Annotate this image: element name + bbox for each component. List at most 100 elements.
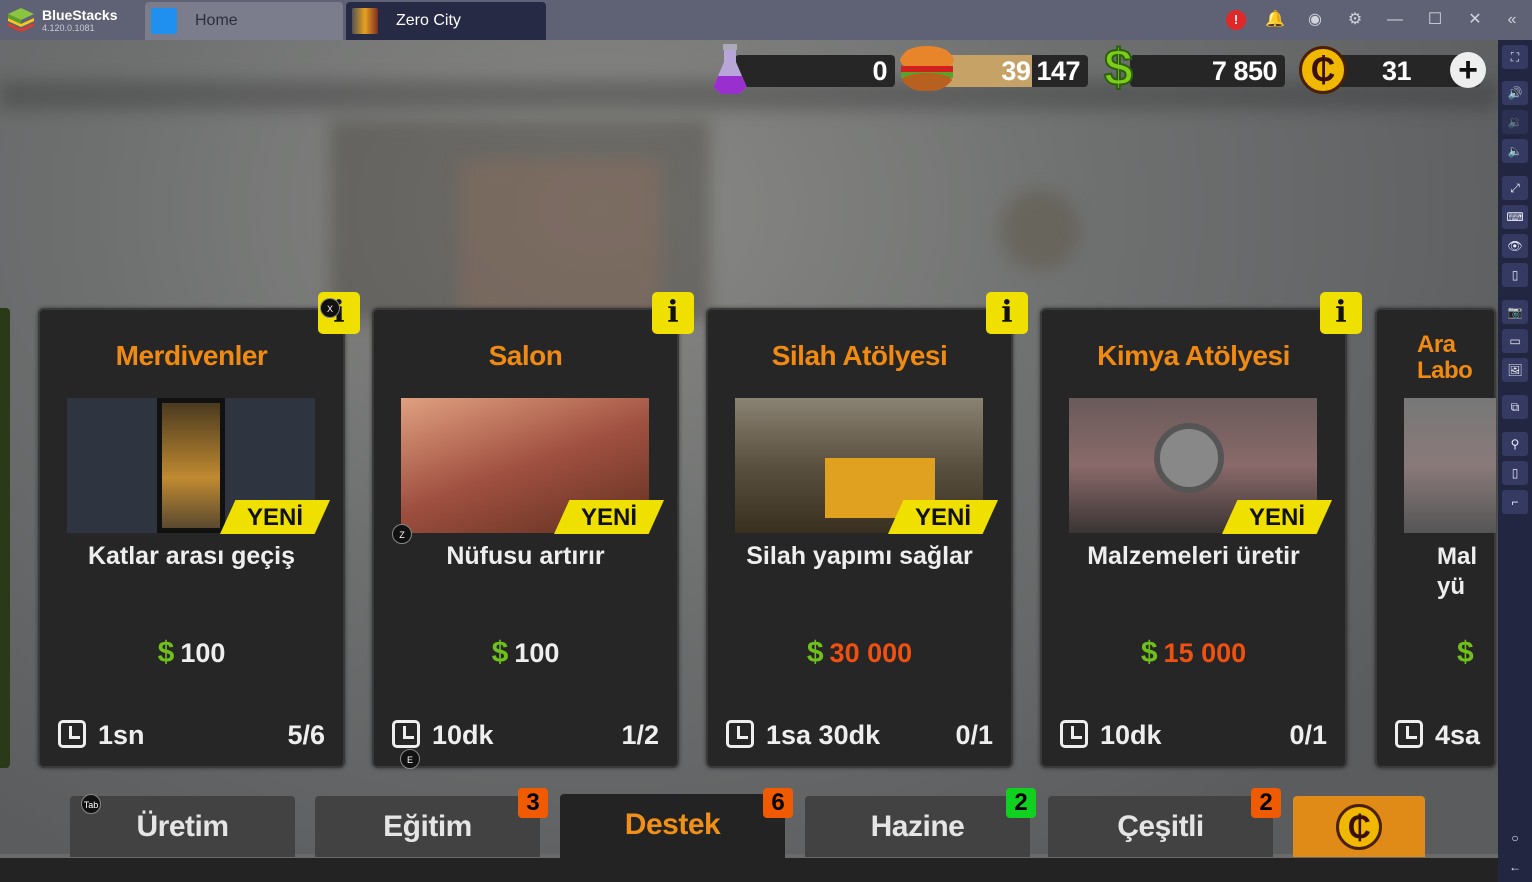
multi-instance-icon[interactable]: ⧉ [1502,395,1528,419]
price-value: 100 [514,638,560,668]
key-hint-x: X [320,298,340,318]
app-version: 4.120.0.1081 [42,23,95,33]
tab-uretim[interactable]: Üretim [70,796,295,857]
keyboard-icon[interactable]: ⌨ [1502,205,1528,229]
build-time: 10dk [432,720,494,750]
settings-gear-icon[interactable]: ⚙ [1345,10,1365,30]
build-time: 1sn [98,720,145,750]
building-card-partial[interactable]: Ara Labo Mal yü $ 4sa [1375,308,1496,768]
screenshot-camera-icon[interactable]: 📷 [1502,300,1528,324]
home-circle-icon[interactable]: ○ [1502,826,1528,850]
new-badge: YENİ [1222,500,1332,534]
card-description: Malzemeleri üretir [1087,542,1300,570]
card-price: $ [1457,636,1493,670]
volume-down-icon[interactable]: 🔉 [1502,110,1528,134]
building-card-salon[interactable]: Salon YENİ Nüfusu artırır $100 10dk 1/2 [372,308,679,768]
dollar-icon: $ [1457,636,1474,669]
clock-icon [726,720,754,748]
mute-icon[interactable]: 🔈 [1502,139,1528,163]
tab-zero-city[interactable]: Zero City [346,2,546,40]
key-hint-e: E [400,749,420,769]
card-title: Kimya Atölyesi [1097,340,1290,371]
phone-icon[interactable]: ▯ [1502,263,1528,287]
key-hint-z: Z [392,524,412,544]
tab-coin-shop[interactable]: ₵ [1293,796,1425,857]
collapse-sidebar-icon[interactable]: « [1502,10,1522,30]
shake-icon[interactable]: ▯ [1502,461,1528,485]
card-description: Mal yü [1437,543,1478,600]
bottom-bar [0,858,1498,882]
card-title: Silah Atölyesi [771,340,948,371]
coin-icon: ₵ [1336,804,1382,850]
card-title: Ara Labo [1417,332,1495,384]
minimize-icon[interactable]: — [1385,10,1405,30]
money-resource: 7 850 [1130,55,1285,87]
dollar-icon: $ [157,636,175,669]
tab-destek[interactable]: Destek [560,794,785,860]
notification-bell-icon[interactable]: 🔔 [1265,10,1285,30]
add-coins-button[interactable]: + [1450,52,1486,88]
expand-icon[interactable]: ⤢ [1502,176,1528,200]
building-card-merdivenler[interactable]: Merdivenler YENİ Katlar arası geçiş $100… [38,308,345,768]
title-bar: BlueStacks 4.120.0.1081 Home Zero City !… [0,0,1532,40]
build-time: 1sa 30dk [766,720,881,750]
info-button[interactable]: i [1320,292,1362,334]
build-count: 1/2 [621,720,659,750]
flask-resource: 0 [735,55,895,87]
dollar-icon: $ [1140,636,1158,669]
account-icon[interactable]: ◉ [1305,10,1325,30]
building-card-kimya-atolyesi[interactable]: Kimya Atölyesi YENİ Malzemeleri üretir $… [1040,308,1347,768]
bluestacks-logo [8,8,34,32]
volume-up-icon[interactable]: 🔊 [1502,81,1528,105]
tab-hazine[interactable]: Hazine [805,796,1030,857]
price-value: 100 [180,638,226,668]
building-card-silah-atolyesi[interactable]: Silah Atölyesi YENİ Silah yapımı sağlar … [706,308,1013,768]
app-name: BlueStacks [42,7,118,23]
food-max: 147 [1036,56,1080,86]
tab-badge-destek: 6 [763,788,793,818]
info-button[interactable]: i [652,292,694,334]
location-icon[interactable]: ⚲ [1502,432,1528,456]
rotate-icon[interactable]: ⌐ [1502,490,1528,514]
record-video-icon[interactable]: ▭ [1502,329,1528,353]
tab-badge-egitim: 3 [518,788,548,818]
clock-icon [58,720,86,748]
flask-icon [712,44,748,94]
tab-egitim[interactable]: Eğitim [315,796,540,857]
zero-city-icon [352,8,378,34]
money-dollar-icon: $ [1103,38,1134,98]
build-count: 0/1 [1289,720,1327,750]
card-title-text: Ara Labo [1417,331,1473,384]
card-price: $30 000 [708,636,1011,670]
build-time: 10dk [1100,720,1162,750]
eye-icon[interactable]: 👁 [1502,234,1528,258]
card-price: $100 [40,636,343,670]
dollar-icon: $ [491,636,509,669]
food-current: 39 [1001,56,1031,86]
tab-cesitli[interactable]: Çeşitli [1048,796,1273,857]
card-price: $100 [374,636,677,670]
maximize-icon[interactable]: ☐ [1425,10,1445,30]
fullscreen-icon[interactable]: ⛶ [1502,45,1528,69]
price-value: 15 000 [1163,638,1247,668]
build-time: 4sa [1435,720,1481,750]
tab-badge-hazine: 2 [1006,788,1036,818]
dollar-icon: $ [806,636,824,669]
close-icon[interactable]: ✕ [1465,10,1485,30]
tab-badge-cesitli: 2 [1251,788,1281,818]
info-button[interactable]: i [986,292,1028,334]
burger-icon [900,46,954,91]
card-description: Silah yapımı sağlar [746,542,973,570]
back-arrow-icon[interactable]: ← [1502,855,1528,879]
alert-icon[interactable]: ! [1226,10,1246,30]
card-title: Merdivenler [115,340,268,371]
build-count: 5/6 [287,720,325,750]
key-hint-tab: Tab [81,794,101,814]
new-badge: YENİ [220,500,330,534]
bluestacks-sidebar: ⛶ 🔊 🔉 🔈 ⤢ ⌨ 👁 ▯ 📷 ▭ 🖼 ⧉ ⚲ ▯ ⌐ ○ ← [1498,40,1532,882]
card-description: Nüfusu artırır [446,542,605,570]
previous-card-edge[interactable] [0,308,10,768]
gallery-icon[interactable]: 🖼 [1502,358,1528,382]
clock-icon [1060,720,1088,748]
tab-home[interactable]: Home [145,2,343,40]
